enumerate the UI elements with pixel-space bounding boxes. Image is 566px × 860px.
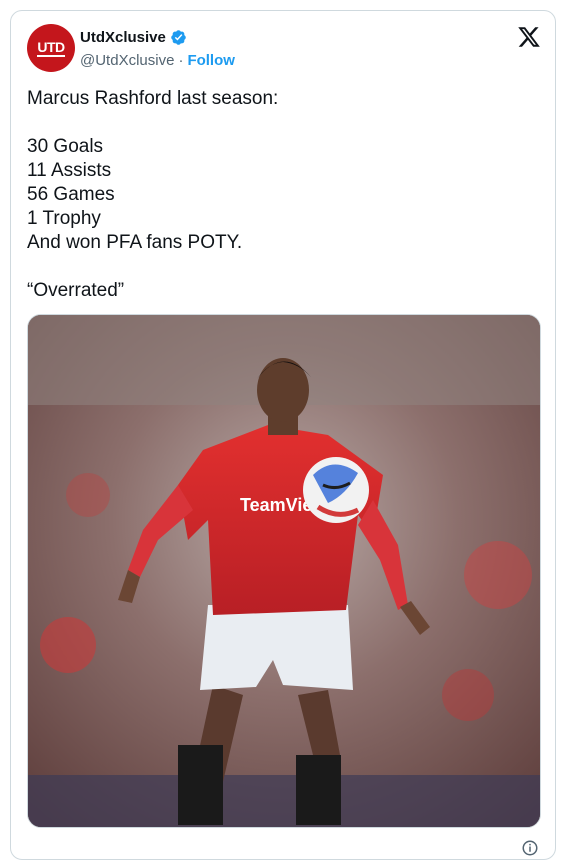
handle[interactable]: @UtdXclusive — [80, 52, 174, 69]
verified-badge-icon — [171, 30, 186, 45]
x-logo-icon[interactable] — [517, 25, 541, 49]
player-photo-illustration: TeamViewer — [28, 315, 540, 827]
separator-dot: · — [178, 52, 184, 69]
avatar[interactable]: UTD — [27, 24, 75, 72]
avatar-logo-text: UTD — [37, 38, 65, 57]
info-icon[interactable] — [521, 839, 539, 857]
handle-row: @UtdXclusive · Follow — [80, 52, 235, 69]
follow-button[interactable]: Follow — [187, 52, 235, 69]
tweet-card[interactable]: UTD UtdXclusive @UtdXclusive · Follow Ma… — [10, 10, 556, 860]
tweet-photo[interactable]: TeamViewer — [27, 314, 541, 828]
author-name-row: UtdXclusive — [80, 29, 187, 46]
tweet-text: Marcus Rashford last season: 30 Goals 11… — [27, 88, 279, 301]
display-name[interactable]: UtdXclusive — [80, 29, 166, 46]
